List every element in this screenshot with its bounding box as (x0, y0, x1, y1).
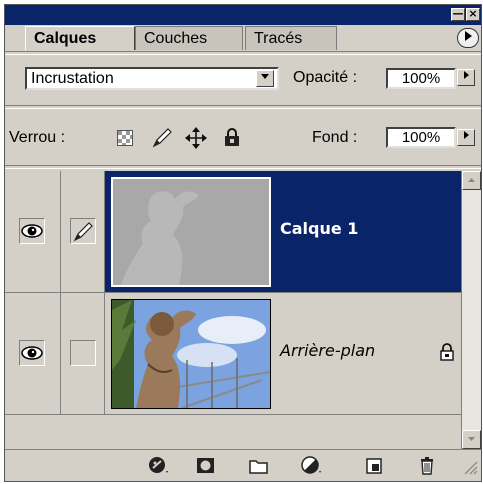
layer-name[interactable]: Calque 1 (280, 219, 358, 238)
layer-mask-icon[interactable] (195, 456, 217, 476)
layer-thumbnail[interactable] (111, 299, 271, 409)
blend-mode-value: Incrustation (31, 70, 114, 87)
layers-list: Calque 1 Arrière-plan (5, 171, 461, 415)
layer-row-arriere-plan[interactable]: Arrière-plan (5, 293, 461, 415)
chevron-down-icon (261, 74, 269, 79)
tab-label: Calques (34, 30, 97, 47)
opacity-input[interactable]: 100% (386, 68, 456, 89)
layer-style-icon[interactable] (148, 456, 170, 476)
scroll-down-button[interactable] (462, 430, 481, 449)
minimize-icon: — (452, 7, 464, 20)
fill-input[interactable]: 100% (386, 127, 456, 148)
fill-label: Fond : (312, 129, 358, 146)
scroll-up-button[interactable] (462, 171, 481, 190)
tab-separator (5, 51, 481, 55)
layer-visibility-cell[interactable] (5, 171, 61, 292)
tab-label: Tracés (254, 30, 303, 47)
layer-brush-indicator (70, 218, 96, 244)
trash-icon[interactable] (417, 456, 439, 476)
statue-photo-image (112, 300, 271, 409)
lock-all-icon[interactable] (223, 127, 241, 147)
figure-silhouette-image (113, 179, 269, 285)
layers-bottom-toolbar (5, 449, 481, 480)
fill-slider-button[interactable] (457, 129, 475, 146)
opacity-label: Opacité : (293, 69, 358, 86)
visibility-toggle[interactable] (19, 218, 45, 244)
layer-link-cell[interactable] (61, 293, 105, 414)
chevron-up-icon (468, 178, 475, 182)
tab-calques[interactable]: Calques (25, 26, 135, 50)
close-icon: × (468, 7, 478, 20)
opacity-slider-button[interactable] (457, 69, 475, 86)
panel-menu-button[interactable] (457, 28, 479, 48)
chevron-down-icon (468, 437, 475, 441)
layer-link-cell[interactable] (61, 171, 105, 292)
layers-scrollbar[interactable] (461, 171, 481, 449)
resize-grip-icon[interactable] (463, 458, 479, 476)
tab-traces[interactable]: Tracés (245, 26, 337, 50)
row-separator (5, 105, 481, 109)
layer-link-toggle[interactable] (70, 340, 96, 366)
palette-title-bar[interactable]: — × (5, 5, 481, 25)
visibility-toggle[interactable] (19, 340, 45, 366)
chevron-right-icon (464, 71, 469, 79)
eye-icon (21, 224, 43, 238)
layer-thumbnail[interactable] (111, 177, 271, 287)
lock-position-icon[interactable] (185, 127, 207, 149)
close-button[interactable]: × (466, 8, 480, 21)
tab-couches[interactable]: Couches (135, 26, 243, 50)
adjustment-layer-icon[interactable] (301, 456, 323, 476)
new-layer-icon[interactable] (364, 456, 386, 476)
layer-locked-icon (439, 343, 455, 361)
panel-menu-arrow-icon (465, 31, 472, 41)
lock-label: Verrou : (9, 129, 66, 146)
brush-icon (73, 222, 93, 242)
lock-image-icon[interactable] (151, 127, 173, 149)
tab-label: Couches (144, 30, 208, 47)
minimize-button[interactable]: — (451, 8, 465, 21)
blend-mode-select[interactable]: Incrustation (25, 67, 279, 90)
layers-palette: — × Calques Couches Tracés Incrustation … (4, 4, 482, 482)
row-separator (5, 165, 481, 169)
blend-mode-dropdown-button[interactable] (256, 70, 274, 87)
lock-transparency-icon[interactable] (117, 130, 133, 146)
layer-name[interactable]: Arrière-plan (280, 341, 375, 360)
eye-icon (21, 346, 43, 360)
chevron-right-icon (464, 131, 469, 139)
layer-row-calque-1[interactable]: Calque 1 (5, 171, 461, 293)
layer-visibility-cell[interactable] (5, 293, 61, 414)
new-group-folder-icon[interactable] (248, 456, 270, 476)
